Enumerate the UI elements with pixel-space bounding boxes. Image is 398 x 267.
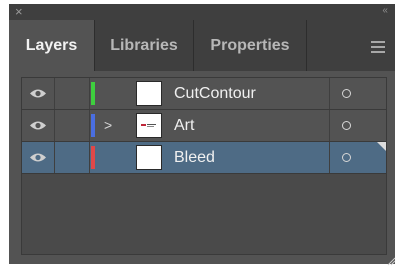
visibility-toggle[interactable] bbox=[22, 142, 55, 173]
layers-list: CutContour > Art Bleed bbox=[21, 77, 387, 255]
target-circle-icon[interactable] bbox=[342, 121, 351, 130]
visibility-toggle[interactable] bbox=[22, 110, 55, 141]
tab-label: Layers bbox=[25, 37, 78, 54]
layer-thumbnail bbox=[136, 81, 162, 106]
tab-label: Libraries bbox=[110, 37, 178, 54]
layer-thumbnail bbox=[136, 113, 162, 138]
layer-thumbnail bbox=[136, 145, 162, 170]
divider bbox=[329, 78, 330, 109]
eye-icon bbox=[30, 89, 46, 98]
divider bbox=[329, 142, 330, 173]
layer-row-bleed[interactable]: Bleed bbox=[22, 142, 386, 174]
divider bbox=[329, 110, 330, 141]
eye-icon bbox=[30, 121, 46, 130]
layer-row-cutcontour[interactable]: CutContour bbox=[22, 78, 386, 110]
panel-titlebar: × ‹‹ bbox=[9, 4, 395, 20]
layer-row-art[interactable]: > Art bbox=[22, 110, 386, 142]
collapse-panel-icon[interactable]: ‹‹ bbox=[382, 5, 388, 17]
layer-name[interactable]: Bleed bbox=[174, 142, 215, 173]
layer-color-indicator bbox=[91, 114, 95, 137]
layer-color-indicator bbox=[91, 82, 95, 105]
tab-properties[interactable]: Properties bbox=[194, 20, 307, 71]
tab-libraries[interactable]: Libraries bbox=[95, 20, 194, 71]
lock-toggle[interactable] bbox=[55, 142, 90, 173]
current-layer-indicator-icon bbox=[377, 142, 386, 151]
hamburger-menu-icon[interactable] bbox=[371, 41, 385, 53]
layer-name[interactable]: CutContour bbox=[174, 78, 256, 109]
lock-toggle[interactable] bbox=[55, 78, 90, 109]
resize-grip-icon[interactable] bbox=[386, 256, 396, 266]
close-icon[interactable]: × bbox=[15, 5, 23, 19]
tab-bar: Layers Libraries Properties bbox=[9, 20, 395, 71]
lock-toggle[interactable] bbox=[55, 110, 90, 141]
layers-panel: × ‹‹ Layers Libraries Properties CutCont… bbox=[9, 4, 395, 264]
chevron-right-icon[interactable]: > bbox=[104, 116, 112, 134]
tab-layers[interactable]: Layers bbox=[9, 20, 95, 71]
layer-color-indicator bbox=[91, 146, 95, 169]
target-circle-icon[interactable] bbox=[342, 153, 351, 162]
art-thumbnail-icon bbox=[141, 124, 156, 127]
eye-icon bbox=[30, 153, 46, 162]
tab-label: Properties bbox=[210, 37, 290, 54]
target-circle-icon[interactable] bbox=[342, 89, 351, 98]
layer-name[interactable]: Art bbox=[174, 110, 194, 141]
visibility-toggle[interactable] bbox=[22, 78, 55, 109]
